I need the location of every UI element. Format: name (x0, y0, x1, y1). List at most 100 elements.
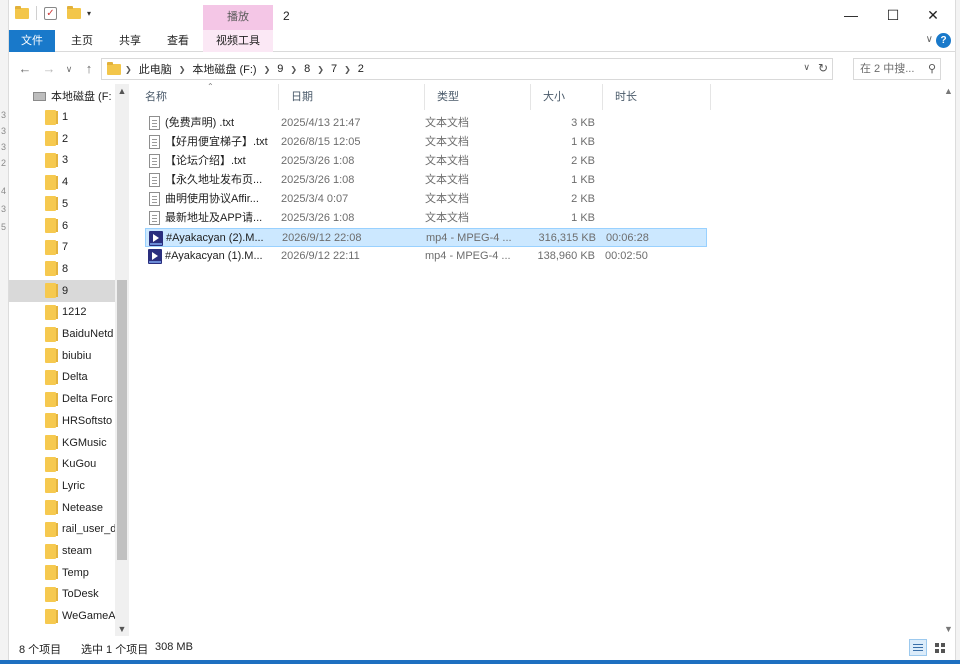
taskbar-edge (0, 660, 960, 664)
tree-item-folder[interactable]: 1 (9, 106, 115, 128)
tab-file[interactable]: 文件 (9, 30, 55, 52)
breadcrumb-folder-8[interactable]: 8 (301, 63, 313, 75)
tab-share[interactable]: 共享 (109, 30, 151, 52)
column-header-size[interactable]: 大小 (531, 84, 603, 110)
tree-item-folder[interactable]: steam (9, 540, 115, 562)
scroll-down-icon[interactable]: ▼ (942, 624, 955, 634)
breadcrumb-folder-2[interactable]: 2 (355, 63, 367, 75)
file-row[interactable]: 【好用便宜梯子】.txt 2026/8/15 12:05 文本文档 1 KB (145, 133, 707, 152)
file-row[interactable]: 最新地址及APP请... 2025/3/26 1:08 文本文档 1 KB (145, 209, 707, 228)
file-row[interactable]: #Ayakacyan (2).M... 2026/9/12 22:08 mp4 - … (145, 228, 707, 247)
file-size: 138,960 KB (537, 250, 596, 262)
breadcrumb-folder-9[interactable]: 9 (274, 63, 286, 75)
new-folder-icon[interactable] (67, 5, 81, 19)
folder-icon[interactable] (15, 5, 29, 19)
breadcrumb-chevron-icon[interactable]: ❯ (340, 65, 355, 74)
tree-item-folder[interactable]: Delta Forc (9, 388, 115, 410)
maximize-icon[interactable]: ☐ (871, 4, 915, 26)
close-icon[interactable]: ✕ (911, 4, 955, 26)
tree-item-folder[interactable]: Netease (9, 497, 115, 519)
file-row[interactable]: #Ayakacyan (1).M... 2026/9/12 22:11 mp4 - … (145, 247, 707, 266)
tree-item-folder[interactable]: 3 (9, 149, 115, 171)
tree-item-folder[interactable]: BaiduNetd (9, 323, 115, 345)
tree-item-folder[interactable]: WeGameA (9, 605, 115, 627)
tab-video-tools[interactable]: 视频工具 (203, 30, 273, 52)
column-header-type[interactable]: 类型 (425, 84, 531, 110)
tree-root-drive[interactable]: 本地磁盘 (F: (33, 88, 112, 104)
tree-item-label: steam (62, 545, 92, 557)
breadcrumb-drive[interactable]: 本地磁盘 (F:) (189, 61, 259, 77)
file-type: 文本文档 (425, 136, 469, 148)
status-bar: 8 个项目 选中 1 个项目 308 MB (9, 636, 955, 660)
file-list-scrollbar[interactable]: ▲ ▼ (942, 84, 955, 636)
details-view-icon (913, 644, 923, 645)
tree-item-folder[interactable]: 6 (9, 215, 115, 237)
column-header-date[interactable]: 日期 (279, 84, 425, 110)
file-date: 2025/3/26 1:08 (281, 155, 355, 167)
nav-pane-scrollbar[interactable]: ▲ ▼ (115, 84, 129, 636)
column-header-duration[interactable]: 时长 (603, 84, 711, 110)
minimize-icon[interactable]: — (829, 4, 873, 26)
file-date: 2025/3/26 1:08 (281, 212, 355, 224)
tab-home[interactable]: 主页 (61, 30, 103, 52)
tree-item-folder[interactable]: HRSoftsto (9, 410, 115, 432)
scroll-down-icon[interactable]: ▼ (115, 624, 129, 634)
tree-item-folder[interactable]: 7 (9, 236, 115, 258)
file-row[interactable]: 曲明使用协议Affir... 2025/3/4 0:07 文本文档 2 KB (145, 190, 707, 209)
tree-item-folder[interactable]: biubiu (9, 345, 115, 367)
details-view-button[interactable] (909, 639, 927, 656)
background-glyph: 4 (1, 186, 7, 196)
scroll-up-icon[interactable]: ▲ (942, 86, 955, 96)
forward-arrow-icon[interactable]: → (39, 59, 59, 79)
tree-item-label: WeGameA (62, 610, 115, 623)
file-row[interactable]: (免费声明) .txt 2025/4/13 21:47 文本文档 3 KB (145, 114, 707, 133)
tree-item-folder[interactable]: Delta (9, 366, 115, 388)
tree-item-folder[interactable]: ToDesk (9, 583, 115, 605)
tree-item-folder[interactable]: KuGou (9, 453, 115, 475)
tree-item-folder[interactable]: 8 (9, 258, 115, 280)
tree-item-label: 3 (62, 154, 69, 167)
up-arrow-icon[interactable]: ↑ (79, 59, 99, 79)
tree-item-folder[interactable]: 4 (9, 171, 115, 193)
tree-item-folder[interactable]: 2 (9, 128, 115, 150)
tree-item-label: 5 (62, 197, 69, 210)
tree-item-folder[interactable]: KGMusic (9, 432, 115, 454)
refresh-icon[interactable]: ↻ (818, 61, 828, 75)
scroll-up-icon[interactable]: ▲ (115, 86, 129, 96)
search-input[interactable]: 在 2 中搜... ⚲ (853, 58, 941, 80)
back-arrow-icon[interactable]: ← (15, 59, 35, 79)
title-bar: ✓ ▾ 播放 2 — ☐ ✕ (9, 0, 955, 30)
background-glyph: 2 (1, 158, 7, 168)
folder-icon (45, 326, 58, 342)
folder-icon (45, 239, 58, 255)
breadcrumb-chevron-icon[interactable]: ❯ (260, 65, 275, 74)
breadcrumb-chevron-icon[interactable]: ❯ (313, 65, 328, 74)
scrollbar-thumb[interactable] (117, 280, 127, 560)
folder-icon (45, 304, 58, 320)
help-icon[interactable]: ? (936, 33, 951, 48)
tree-item-folder[interactable]: Lyric (9, 475, 115, 497)
customize-toolbar-chevron-icon[interactable]: ▾ (87, 9, 91, 18)
tree-item-folder[interactable]: 9 (9, 279, 115, 302)
large-icons-view-button[interactable] (931, 639, 949, 656)
status-selected: 选中 1 个项目 (81, 644, 149, 656)
properties-icon[interactable]: ✓ (44, 6, 57, 20)
file-row[interactable]: 【论坛介绍】.txt 2025/3/26 1:08 文本文档 2 KB (145, 152, 707, 171)
breadcrumb-folder-7[interactable]: 7 (328, 63, 340, 75)
address-bar[interactable]: ❯ 此电脑 ❯ 本地磁盘 (F:) ❯ 9 ❯ 8 ❯ 7 ❯ 2 ∨ ↻ (101, 58, 833, 80)
address-history-chevron-icon[interactable]: ∨ (803, 62, 810, 73)
breadcrumb-this-pc[interactable]: 此电脑 (136, 61, 175, 77)
breadcrumb-chevron-icon[interactable]: ❯ (175, 65, 190, 74)
breadcrumb-chevron-icon[interactable]: ❯ (286, 65, 301, 74)
tree-item-folder[interactable]: 5 (9, 193, 115, 215)
tab-view[interactable]: 查看 (157, 30, 199, 52)
tree-item-folder[interactable]: rail_user_d (9, 518, 115, 540)
recent-locations-chevron-icon[interactable]: ∨ (59, 59, 79, 79)
tree-item-folder[interactable]: 1212 (9, 301, 115, 323)
ribbon-expand-chevron-icon[interactable]: ∨ (926, 34, 933, 45)
column-header-name[interactable]: 名称 (133, 84, 279, 110)
breadcrumb-chevron-icon[interactable]: ❯ (121, 65, 136, 74)
folder-icon (45, 521, 58, 537)
tree-item-folder[interactable]: Temp (9, 562, 115, 584)
file-row[interactable]: 【永久地址发布页... 2025/3/26 1:08 文本文档 1 KB (145, 171, 707, 190)
